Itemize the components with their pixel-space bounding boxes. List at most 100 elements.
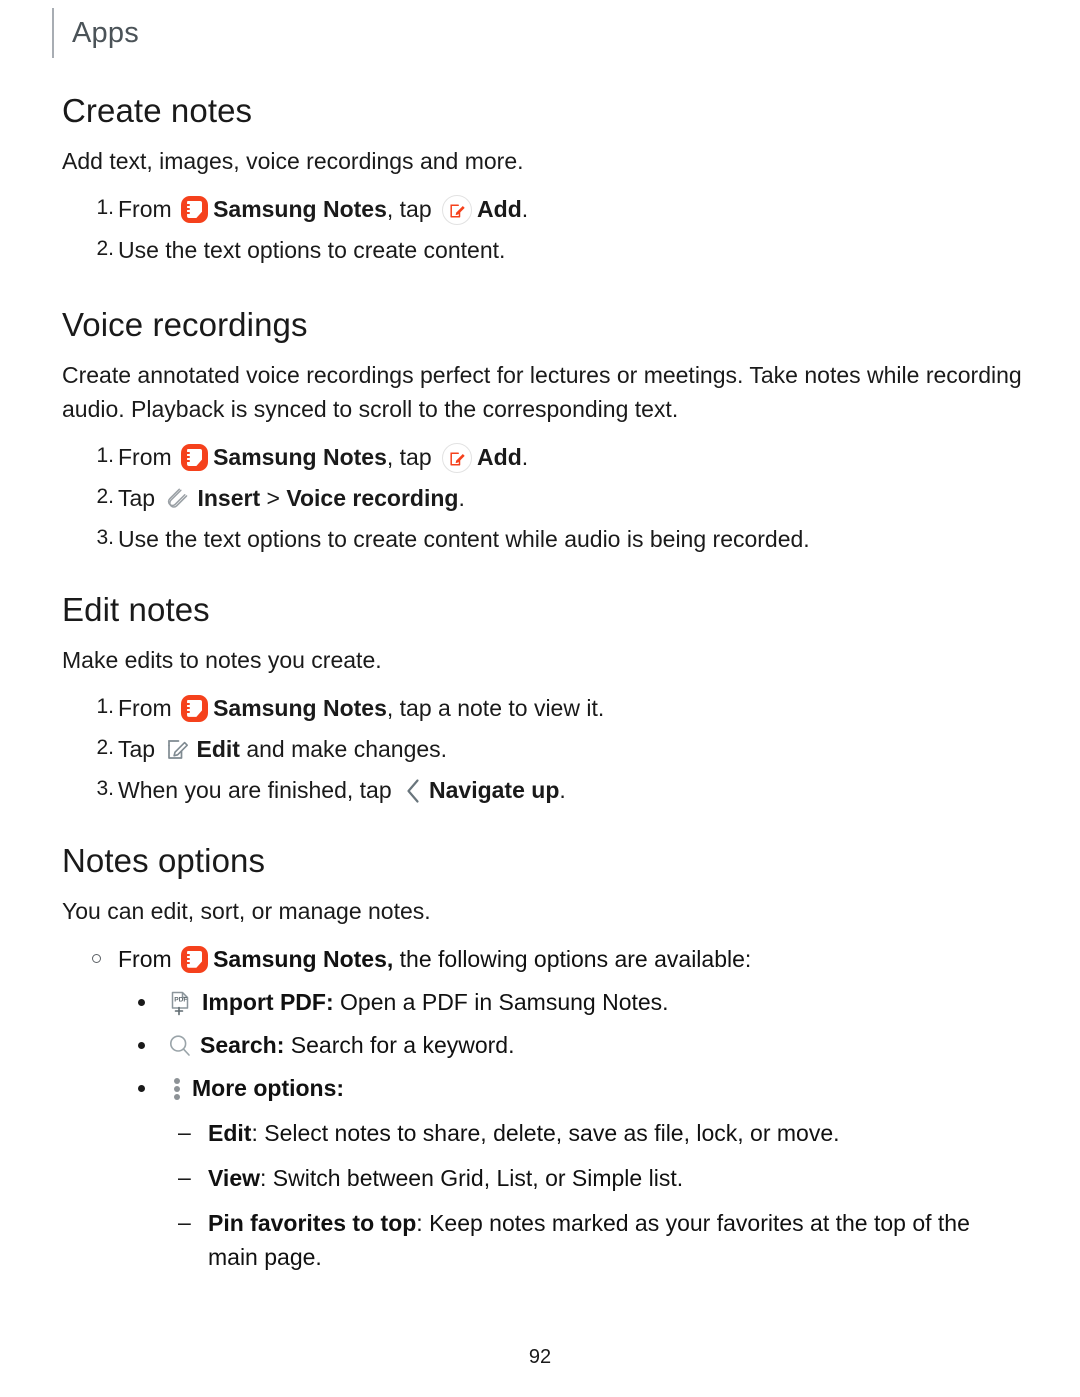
list-item: More options:	[62, 1071, 1022, 1106]
option-label-import-pdf: Import PDF	[202, 988, 326, 1015]
step-text: Use the text options to create content.	[118, 236, 506, 263]
step-number: 1.	[96, 196, 114, 220]
hollow-bullet-icon	[92, 953, 101, 963]
step-number: 3.	[96, 776, 114, 800]
sub-option-label-view: View	[208, 1164, 260, 1191]
step-text-tap: , tap	[386, 196, 439, 223]
page-content: Create notes Add text, images, voice rec…	[62, 92, 1022, 1285]
section-lead: You can edit, sort, or manage notes.	[62, 897, 431, 924]
option-label-search: Search	[200, 1031, 277, 1058]
step-text: When you are finished, tap	[118, 776, 398, 803]
menu-item-insert: Insert	[197, 484, 261, 511]
samsung-notes-icon	[181, 945, 209, 973]
section-lead: Make edits to notes you create.	[62, 646, 382, 673]
navigate-up-chevron-icon	[403, 777, 423, 805]
step-text-period: .	[521, 444, 529, 470]
steps-list: 1. From Samsung Notes, tap Add. 2. Use the…	[62, 192, 1022, 268]
section-edit-notes: Edit notes Make edits to notes you creat…	[62, 591, 1022, 808]
samsung-notes-icon	[181, 196, 209, 224]
add-icon	[442, 443, 473, 473]
app-name-samsung-notes: Samsung Notes	[213, 694, 387, 721]
dash-bullet-icon: –	[178, 1118, 191, 1145]
list-item: 2. Tap Edit and make changes.	[62, 732, 1022, 767]
list-item: 2. Tap Insert > Voice recording.	[62, 481, 1022, 516]
app-name-samsung-notes: Samsung Notes	[213, 444, 387, 470]
sub-option-description: Select notes to share, delete, save as f…	[257, 1119, 840, 1146]
page-number: 92	[528, 1346, 552, 1368]
section-create-notes: Create notes Add text, images, voice rec…	[62, 92, 1022, 268]
step-number: 1.	[96, 694, 114, 718]
step-text: , tap a note to view it.	[386, 694, 605, 721]
option-description: Search for a keyword.	[284, 1031, 515, 1058]
step-text-tap: Tap	[118, 484, 162, 511]
intro-suffix: the following options are available:	[393, 945, 752, 972]
option-description: Open a PDF in Samsung Notes.	[333, 988, 669, 1015]
step-text-period: .	[458, 484, 465, 511]
step-text-separator: >	[260, 484, 287, 511]
add-icon	[442, 195, 473, 226]
list-item: 1. From Samsung Notes, tap Add.	[62, 192, 1022, 227]
step-text-from: From	[118, 444, 179, 470]
step-text-period: .	[521, 196, 529, 223]
dot-bullet-icon	[138, 1041, 145, 1049]
section-lead: Add text, images, voice recordings and m…	[62, 148, 524, 174]
app-name-samsung-notes: Samsung Notes	[213, 196, 387, 223]
running-head: Apps	[52, 8, 139, 58]
step-text-tap: Tap	[118, 735, 162, 762]
notes-options-list: PDF Import PDF: Open a PDF in Samsung No…	[62, 985, 1022, 1106]
samsung-notes-icon	[181, 444, 209, 471]
step-number: 3.	[96, 525, 114, 549]
options-intro-list: From Samsung Notes, the following option…	[62, 942, 1022, 977]
steps-list: 1. From Samsung Notes, tap Add. 2. Tap I…	[62, 440, 1022, 557]
sub-option-description: Switch between Grid, List, or Simple lis…	[266, 1164, 684, 1191]
page-title: Notes options	[62, 841, 266, 879]
list-item: 1. From Samsung Notes, tap Add.	[62, 440, 1022, 475]
step-text-period: .	[559, 776, 566, 803]
list-item: 2. Use the text options to create content…	[62, 233, 1022, 268]
app-name-samsung-notes: Samsung Notes,	[213, 945, 394, 972]
running-head-label: Apps	[72, 16, 139, 49]
import-pdf-icon: PDF	[166, 988, 196, 1018]
list-item: – Edit: Select notes to share, delete, sa…	[62, 1116, 1022, 1151]
sub-option-label-edit: Edit	[208, 1119, 252, 1146]
list-item: 3. When you are finished, tap Navigate up…	[62, 773, 1022, 808]
menu-item-voice-recording: Voice recording	[286, 484, 459, 511]
step-text-tap: , tap	[386, 444, 439, 470]
list-item: PDF Import PDF: Open a PDF in Samsung No…	[62, 985, 1022, 1020]
step-text-from: From	[118, 196, 179, 223]
list-item: Search: Search for a keyword.	[62, 1028, 1022, 1063]
section-voice-recordings: Voice recordings Create annotated voice …	[62, 306, 1022, 557]
button-label-edit: Edit	[196, 735, 240, 762]
page-title: Voice recordings	[62, 305, 308, 343]
list-item: From Samsung Notes, the following option…	[62, 942, 1022, 977]
step-number: 2.	[96, 236, 114, 260]
dot-bullet-icon	[138, 998, 145, 1006]
option-separator: :	[336, 1074, 345, 1101]
list-item: – Pin favorites to top: Keep notes marked…	[62, 1206, 1022, 1276]
button-label-add: Add	[477, 196, 522, 223]
more-options-icon	[169, 1075, 185, 1102]
list-item: 1. From Samsung Notes, tap a note to view…	[62, 691, 1022, 726]
svg-text:PDF: PDF	[174, 996, 187, 1003]
step-number: 2.	[96, 735, 114, 759]
option-separator: :	[325, 988, 334, 1015]
option-label-more-options: More options	[192, 1074, 337, 1101]
section-lead: Create annotated voice recordings perfec…	[62, 361, 1022, 422]
samsung-notes-icon	[181, 694, 209, 722]
list-item: – View: Switch between Grid, List, or Sim…	[62, 1161, 1022, 1196]
more-options-sublist: – Edit: Select notes to share, delete, sa…	[62, 1116, 1022, 1276]
dot-bullet-icon	[138, 1084, 145, 1092]
page-title: Edit notes	[62, 590, 210, 628]
edit-pencil-icon	[165, 736, 192, 763]
step-text: and make changes.	[239, 735, 448, 762]
step-text: Use the text options to create content w…	[118, 525, 810, 552]
button-label-navigate-up: Navigate up	[429, 776, 560, 803]
step-number: 1.	[96, 444, 114, 467]
list-item: 3. Use the text options to create content…	[62, 522, 1022, 557]
page-title: Create notes	[62, 92, 253, 129]
step-number: 2.	[96, 484, 114, 508]
intro-prefix: From	[118, 945, 179, 972]
button-label-add: Add	[477, 444, 522, 470]
steps-list: 1. From Samsung Notes, tap a note to view…	[62, 691, 1022, 808]
dash-bullet-icon: –	[178, 1163, 191, 1190]
